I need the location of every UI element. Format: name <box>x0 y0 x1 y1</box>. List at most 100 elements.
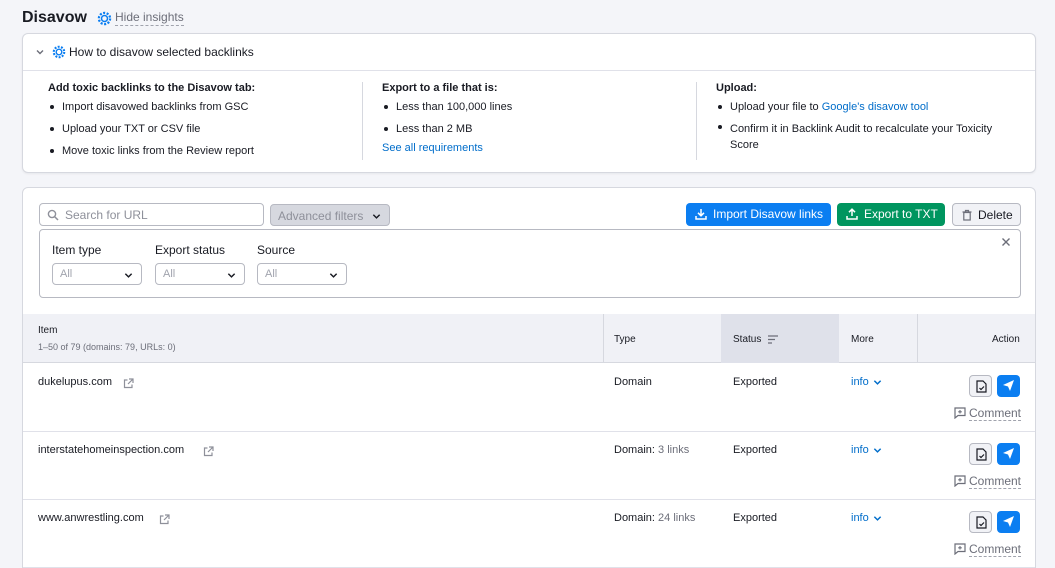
row-type-label: Domain <box>614 376 652 388</box>
comment-icon <box>954 475 966 487</box>
insights-header[interactable]: How to disavow selected backlinks <box>23 34 1035 71</box>
row-comment-button[interactable]: Comment <box>954 406 1022 421</box>
send-icon <box>1003 516 1014 527</box>
advanced-filters-panel: Item type All Export status All Source A… <box>39 229 1021 298</box>
comment-icon <box>954 407 966 419</box>
see-requirements-link[interactable]: See all requirements <box>382 140 692 156</box>
divider <box>362 82 363 160</box>
advanced-filters-button[interactable]: Advanced filters <box>270 204 390 226</box>
gear-icon[interactable] <box>97 11 112 26</box>
table-row: interstatehomeinspection.com Domain: 3 l… <box>23 432 1035 500</box>
row-comment-label: Comment <box>969 542 1022 557</box>
google-disavow-link[interactable]: Google's disavow tool <box>822 101 929 113</box>
upload-icon <box>846 208 858 220</box>
export-label: Export to TXT <box>864 207 938 221</box>
divider <box>696 82 697 160</box>
select-value: All <box>265 268 278 280</box>
import-disavow-button[interactable]: Import Disavow links <box>686 203 831 226</box>
export-status-select[interactable]: All <box>155 263 245 285</box>
column-header-more: More <box>851 334 874 345</box>
select-value: All <box>163 268 176 280</box>
row-comment-button[interactable]: Comment <box>954 542 1022 557</box>
row-info-dropdown[interactable]: info <box>851 376 882 388</box>
row-document-button[interactable] <box>969 443 992 465</box>
chevron-down-icon <box>873 447 881 453</box>
filter-label-export-status: Export status <box>155 243 226 257</box>
comment-icon <box>954 543 966 555</box>
delete-button[interactable]: Delete <box>952 203 1021 226</box>
close-icon[interactable] <box>1001 237 1011 247</box>
column-header-status[interactable]: Status <box>733 334 779 345</box>
column-header-type: Type <box>614 334 636 345</box>
gear-icon <box>52 45 66 59</box>
list-item: Less than 2 MB <box>382 118 692 140</box>
item-count: 1–50 of 79 (domains: 79, URLs: 0) <box>38 342 176 352</box>
row-link-count: 3 links <box>658 444 690 456</box>
row-status: Exported <box>733 512 778 524</box>
search-input[interactable]: Search for URL <box>39 203 264 226</box>
chevron-down-icon <box>124 273 133 278</box>
row-info-label: info <box>851 376 869 388</box>
external-link-icon[interactable] <box>123 378 134 389</box>
row-status: Exported <box>733 376 778 388</box>
page-title: Disavow <box>22 9 87 26</box>
chevron-down-icon <box>227 273 236 278</box>
filter-label-item-type: Item type <box>52 243 102 257</box>
row-domain: interstatehomeinspection.com <box>38 444 185 456</box>
column-header-status-label: Status <box>733 334 762 345</box>
row-type: Domain: 3 links <box>614 444 689 456</box>
list-item: Move toxic links from the Review report <box>48 140 358 162</box>
row-send-button[interactable] <box>997 443 1020 465</box>
list-item: Confirm it in Backlink Audit to recalcul… <box>716 118 1016 156</box>
chevron-down-icon <box>329 273 338 278</box>
divider <box>917 314 918 363</box>
table-row: dukelupus.com Domain Exported info Comme… <box>23 364 1035 432</box>
row-link-count: 24 links <box>658 512 696 524</box>
row-comment-button[interactable]: Comment <box>954 474 1022 489</box>
source-select[interactable]: All <box>257 263 347 285</box>
advanced-filters-label: Advanced filters <box>278 209 364 223</box>
select-value: All <box>60 268 73 280</box>
column-header-item: Item <box>38 325 58 336</box>
delete-label: Delete <box>978 208 1013 222</box>
row-type: Domain <box>614 376 652 388</box>
hide-insights-link[interactable]: Hide insights <box>115 10 184 26</box>
insights-column-export: Export to a file that is: Less than 100,… <box>382 82 692 156</box>
item-type-select[interactable]: All <box>52 263 142 285</box>
column-heading: Upload: <box>716 82 757 94</box>
export-txt-button[interactable]: Export to TXT <box>837 203 945 226</box>
disavow-table-card: Search for URL Advanced filters Import D… <box>22 187 1036 568</box>
row-info-label: info <box>851 444 869 456</box>
external-link-icon[interactable] <box>159 514 170 525</box>
row-comment-label: Comment <box>969 474 1022 489</box>
list-item-text: Upload your file to <box>730 101 822 113</box>
document-icon <box>976 380 987 393</box>
search-placeholder: Search for URL <box>65 208 148 222</box>
row-domain: www.anwrestling.com <box>38 512 144 524</box>
chevron-down-icon <box>873 515 881 521</box>
search-icon <box>47 209 59 221</box>
list-item: Less than 100,000 lines <box>382 96 692 118</box>
row-document-button[interactable] <box>969 375 992 397</box>
column-heading: Export to a file that is: <box>382 82 498 94</box>
row-info-dropdown[interactable]: info <box>851 512 882 524</box>
external-link-icon[interactable] <box>203 446 214 457</box>
row-type-label: Domain: <box>614 512 655 524</box>
row-domain: dukelupus.com <box>38 376 112 388</box>
trash-icon <box>962 209 972 221</box>
row-send-button[interactable] <box>997 375 1020 397</box>
insights-panel: How to disavow selected backlinks Add to… <box>22 33 1036 173</box>
list-item: Import disavowed backlinks from GSC <box>48 96 358 118</box>
divider <box>603 314 604 363</box>
chevron-down-icon[interactable] <box>35 47 45 57</box>
filter-label-source: Source <box>257 243 296 257</box>
table-row: www.anwrestling.com Domain: 24 links Exp… <box>23 500 1035 568</box>
list-item: Upload your TXT or CSV file <box>48 118 358 140</box>
document-icon <box>976 516 987 529</box>
row-document-button[interactable] <box>969 511 992 533</box>
sort-icon[interactable] <box>768 335 779 344</box>
row-info-dropdown[interactable]: info <box>851 444 882 456</box>
import-label: Import Disavow links <box>713 207 824 221</box>
row-send-button[interactable] <box>997 511 1020 533</box>
insights-title: How to disavow selected backlinks <box>69 45 254 59</box>
